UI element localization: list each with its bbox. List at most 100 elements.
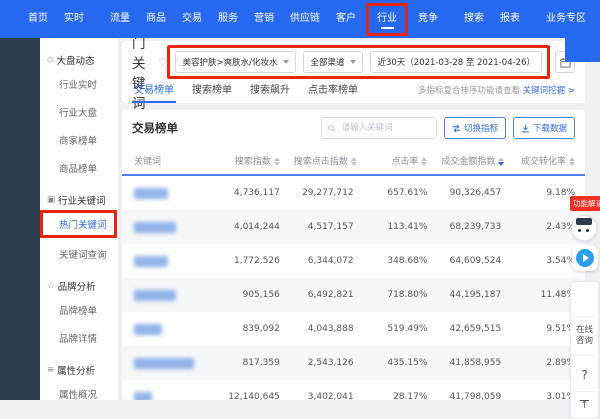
keyword-table: 关键词搜索指数搜索点击指数点击率成交金额指数成交转化率 4,736,11729,… [122,147,585,400]
sidebar-item-属性概况[interactable]: 属性概况 [40,380,118,400]
sidebar-item-商家榜单[interactable]: 商家榜单 [40,126,118,154]
keyword-mining-link[interactable]: 关键词挖掘 > [523,86,575,96]
nav-item-label: 首页 [28,13,48,24]
sidebar-item-行业实时[interactable]: 行业实时 [40,70,118,98]
redacted-keyword [134,188,168,199]
keyword-cell[interactable] [122,244,216,278]
tab-搜索飙升[interactable]: 搜索飙升 [250,81,290,103]
nav-item-竞争[interactable]: 竞争 [410,0,446,38]
column-header-成交转化率[interactable]: 成交转化率 [511,147,585,175]
keyword-cell[interactable] [122,278,216,312]
tab-搜索榜单[interactable]: 搜索榜单 [192,81,232,103]
nav-item-搜索[interactable]: 搜索 [456,0,492,38]
value-cell: 6,492,821 [290,278,364,312]
trade-ranking-card: 交易榜单 切换指标 [122,110,585,400]
page-header-card: 热门关键词 ♡ 美容护肤>爽肤水/化妆水 全部渠道 [122,41,585,103]
category-select[interactable]: 美容护肤>爽肤水/化妆水 [175,51,296,73]
value-cell: 90,326,457 [437,175,511,210]
sidebar-item-商品榜单[interactable]: 商品榜单 [40,154,118,182]
sidebar-section-title: 行业关键词 [58,193,106,207]
main-content: 热门关键词 ♡ 美容护肤>爽肤水/化妆水 全部渠道 [118,38,600,400]
sort-arrows-icon[interactable] [498,157,504,166]
category-select-value: 美容护肤>爽肤水/化妆水 [182,56,277,68]
date-range-select[interactable]: 近30天（2021-03-28 至 2021-04-26） [370,51,542,73]
nav-item-商品[interactable]: 商品 [138,0,174,38]
column-header-搜索点击指数[interactable]: 搜索点击指数 [290,147,364,175]
sidebar-section-品牌分析[interactable]: ☆品牌分析 [47,279,118,293]
help-button[interactable]: ? [571,355,598,391]
keyword-cell[interactable] [122,210,216,244]
sidebar-item-行业大盘[interactable]: 行业大盘 [40,98,118,126]
sort-arrows-icon[interactable] [421,157,427,166]
favorite-heart-icon[interactable]: ♡ [158,56,168,69]
assistant-mascot-icon[interactable] [571,215,597,241]
nav-item-客户[interactable]: 客户 [328,0,364,38]
keyword-cell[interactable] [122,346,216,380]
nav-item-首页[interactable]: 首页 [20,0,56,38]
dashboard-icon: ◇ [47,55,54,65]
nav-item-学院[interactable]: 学院 [594,0,600,38]
keyword-icon: ▣ [47,195,55,205]
nav-item-label: 行业 [377,9,397,24]
sidebar-item-关键词查询[interactable]: 关键词查询 [40,240,118,268]
chevron-down-icon [350,60,356,64]
nav-item-label: 竞争 [418,13,438,24]
download-data-button[interactable]: 下载数据 [513,117,575,139]
column-header-关键词: 关键词 [122,147,216,175]
video-play-button[interactable] [572,245,598,271]
sort-arrows-icon[interactable] [351,157,357,166]
nav-item-实时[interactable]: 实时 [56,0,92,38]
back-to-top-button[interactable]: ↑ [571,391,598,418]
card-title: 交易榜单 [132,120,178,136]
value-cell: 28.17% [364,380,438,400]
keyword-search-input[interactable] [340,122,430,134]
helper-blank-slot [571,282,598,316]
nav-item-供应链[interactable]: 供应链 [282,0,328,38]
keyword-cell[interactable] [122,175,216,210]
sidebar-item-热门关键词[interactable]: 热门关键词 [43,213,114,235]
tab-点击率榜单[interactable]: 点击率榜单 [308,81,358,103]
left-dark-rail [0,38,40,400]
nav-item-label: 实时 [64,13,84,24]
nav-item-服务[interactable]: 服务 [210,0,246,38]
keyword-cell[interactable] [122,312,216,346]
column-header-点击率[interactable]: 点击率 [364,147,438,175]
value-cell: 64,609,524 [437,244,511,278]
sidebar-section-行业关键词[interactable]: ▣行业关键词 [47,193,118,207]
download-icon [521,124,530,133]
column-header-成交金额指数[interactable]: 成交金额指数 [437,147,511,175]
value-cell: 718.80% [364,278,438,312]
column-header-搜索指数[interactable]: 搜索指数 [216,147,290,175]
sidebar-section-大盘动态[interactable]: ◇大盘动态 [47,53,118,67]
sidebar-section-属性分析[interactable]: ≡属性分析 [47,363,118,377]
nav-item-label: 交易 [182,13,202,24]
sort-arrows-icon[interactable] [569,157,575,166]
tab-交易榜单[interactable]: 交易榜单 [134,81,174,103]
table-row: 817,3592,543,126435.15%41,858,9552.89% [122,346,585,380]
channel-select[interactable]: 全部渠道 [303,51,363,73]
online-service-button[interactable]: 在线咨询 [571,316,598,355]
redacted-keyword [134,392,152,401]
value-cell: 4,043,888 [290,312,364,346]
value-cell: 1,772,526 [216,244,290,278]
nav-item-报表[interactable]: 报表 [492,0,528,38]
table-row: 839,0924,043,888519.49%42,659,5159.51% [122,312,585,346]
sort-arrows-icon[interactable] [274,157,280,166]
nav-item-交易[interactable]: 交易 [174,0,210,38]
keyword-cell[interactable] [122,380,216,400]
feature-guide-badge[interactable]: 功能解读 [570,196,600,211]
sidebar-item-品牌详情[interactable]: 品牌详情 [40,324,118,352]
keyword-search-box[interactable] [321,117,437,139]
sidebar-item-品牌榜单[interactable]: 品牌榜单 [40,296,118,324]
nav-item-行业[interactable]: 行业 [366,3,408,36]
value-cell: 6,344,072 [290,244,364,278]
nav-item-业务专区[interactable]: 业务专区 [538,0,594,38]
sidebar-section-title: 大盘动态 [57,53,95,67]
value-cell: 519.49% [364,312,438,346]
switch-metrics-button[interactable]: 切换指标 [444,117,506,139]
value-cell: 4,517,157 [290,210,364,244]
nav-item-营销[interactable]: 营销 [246,0,282,38]
value-cell: 42,659,515 [437,312,511,346]
sidebar-section-title: 品牌分析 [58,279,96,293]
nav-item-流量[interactable]: 流量 [102,0,138,38]
